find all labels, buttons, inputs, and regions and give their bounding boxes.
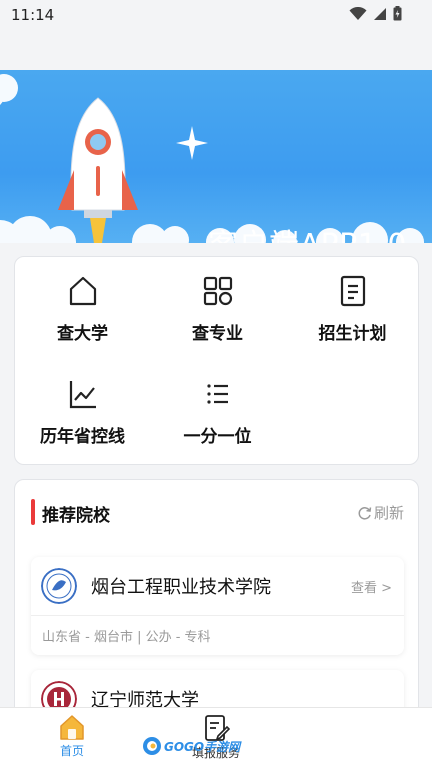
refresh-button[interactable]: 刷新 bbox=[358, 502, 404, 523]
promo-banner[interactable]: 客户端APP1.0 全面更新 bbox=[0, 70, 432, 243]
tab-label: 首页 bbox=[59, 744, 84, 758]
menu-item-enrollment-plan[interactable]: 招生计划 bbox=[285, 275, 420, 344]
status-bar: 11:14 bbox=[0, 0, 432, 30]
section-accent-bar bbox=[31, 499, 35, 525]
menu-item-label: 查专业 bbox=[192, 324, 243, 344]
quick-menu: 查大学 查专业 招生计划 历年省控线 一分一位 bbox=[14, 256, 419, 465]
rocket-icon bbox=[58, 97, 138, 243]
home-outline-icon bbox=[69, 276, 96, 306]
tab-home[interactable]: 首页 bbox=[52, 714, 92, 759]
wifi-icon bbox=[349, 6, 367, 20]
menu-item-search-major[interactable]: 查专业 bbox=[150, 275, 285, 344]
watermark-logo-icon bbox=[143, 737, 161, 755]
home-icon bbox=[60, 715, 84, 740]
banner-illustration bbox=[0, 74, 424, 243]
site-watermark: GOGO手游网 bbox=[142, 736, 240, 756]
menu-item-score-rank[interactable]: 一分一位 bbox=[150, 378, 285, 447]
cloud-icon bbox=[0, 74, 424, 243]
school-name: 烟台工程职业技术学院 bbox=[91, 577, 271, 598]
document-list-icon bbox=[340, 275, 365, 307]
header-spacer bbox=[0, 30, 432, 70]
signal-icon bbox=[374, 7, 386, 20]
refresh-icon bbox=[358, 506, 372, 520]
school-logo-icon bbox=[41, 568, 77, 604]
status-icons bbox=[349, 6, 402, 21]
line-chart-icon bbox=[69, 381, 96, 409]
grid-apps-icon bbox=[203, 276, 232, 306]
refresh-label: 刷新 bbox=[373, 504, 404, 522]
view-school-link[interactable]: 查看 > bbox=[351, 577, 392, 596]
divider bbox=[31, 615, 404, 616]
menu-item-label: 历年省控线 bbox=[40, 427, 125, 447]
menu-item-label: 招生计划 bbox=[318, 324, 387, 344]
battery-icon bbox=[393, 6, 402, 21]
school-header: 烟台工程职业技术学院 查看 > bbox=[31, 557, 404, 615]
section-title: 推荐院校 bbox=[42, 506, 110, 526]
recommend-section: 推荐院校 刷新 烟台工程职业技术学院 查看 > 山东省 - 烟台市 | 公办 -… bbox=[14, 479, 419, 719]
sparkle-icon bbox=[176, 126, 208, 160]
menu-item-search-university[interactable]: 查大学 bbox=[15, 275, 150, 344]
menu-item-label: 查大学 bbox=[57, 324, 108, 344]
status-time: 11:14 bbox=[11, 6, 55, 24]
menu-item-label: 一分一位 bbox=[183, 427, 252, 447]
bullet-list-icon bbox=[206, 384, 228, 404]
watermark-text: GOGO手游网 bbox=[164, 739, 241, 754]
banner-headline: 客户端APP1.0 bbox=[208, 220, 407, 243]
menu-item-provincial-cutoff[interactable]: 历年省控线 bbox=[15, 378, 150, 447]
school-card[interactable]: 烟台工程职业技术学院 查看 > 山东省 - 烟台市 | 公办 - 专科 bbox=[31, 557, 404, 655]
school-meta: 山东省 - 烟台市 | 公办 - 专科 bbox=[42, 630, 211, 645]
